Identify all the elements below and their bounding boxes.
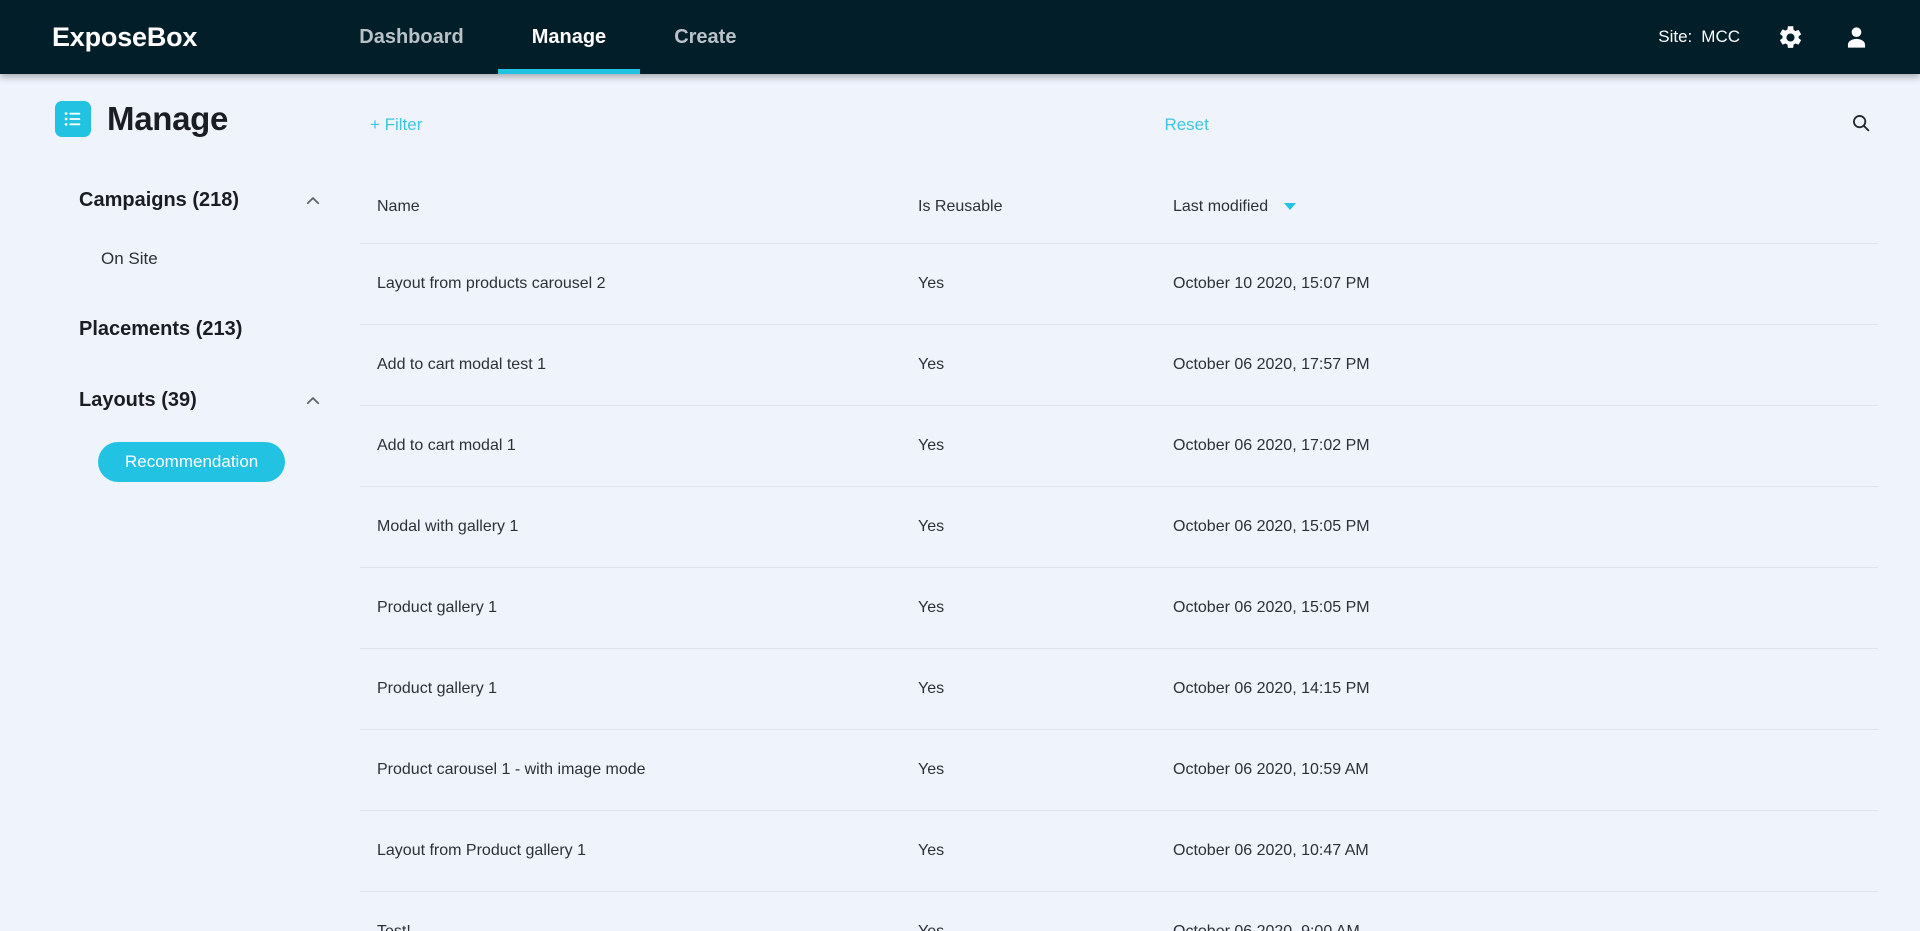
user-avatar-icon [1843, 24, 1870, 51]
site-selector[interactable]: Site: MCC [1658, 27, 1740, 47]
sidebar-item-on-site[interactable]: On Site [79, 241, 328, 277]
cell-is-reusable: Yes [918, 518, 945, 535]
cell-is-reusable: Yes [918, 275, 945, 292]
cell-is-reusable: Yes [918, 680, 945, 697]
nav-tab-manage[interactable]: Manage [497, 0, 641, 74]
cell-name: Product carousel 1 - with image mode [377, 761, 646, 778]
sidebar-nav: Campaigns (218) On Site Placements (213)… [0, 182, 360, 482]
column-header-name-label: Name [377, 198, 420, 215]
cell-name: Add to cart modal test 1 [377, 356, 546, 373]
sidebar-group-placements-label: Placements (213) [79, 318, 243, 340]
cell-last-modified: October 06 2020, 15:05 PM [1173, 518, 1370, 535]
chevron-up-icon [304, 192, 322, 210]
account-button[interactable] [1840, 21, 1872, 53]
site-value-text: MCC [1701, 27, 1740, 46]
sidebar-item-recommendation-label: Recommendation [125, 452, 259, 471]
sidebar-group-campaigns[interactable]: Campaigns (218) [79, 182, 328, 219]
search-button[interactable] [1844, 108, 1878, 142]
page-title-label: Manage [107, 100, 229, 137]
column-header-is-reusable[interactable]: Is Reusable [918, 192, 1173, 216]
cell-name: Product gallery 1 [377, 599, 498, 616]
cell-last-modified: October 06 2020, 14:15 PM [1173, 680, 1370, 697]
table-toolbar: + Filter Reset [360, 74, 1878, 152]
cell-is-reusable: Yes [918, 923, 1173, 931]
reset-filters-button[interactable]: Reset [1164, 115, 1208, 135]
column-header-last-modified[interactable]: Last modified [1173, 192, 1878, 216]
nav-tab-dashboard[interactable]: Dashboard [325, 0, 497, 74]
cell-is-reusable: Yes [918, 842, 945, 859]
sidebar-group-layouts[interactable]: Layouts (39) [79, 382, 328, 419]
site-label-text: Site: [1658, 27, 1693, 46]
nav-tab-create[interactable]: Create [640, 0, 770, 74]
cell-last-modified: October 06 2020, 10:47 AM [1173, 842, 1369, 859]
cell-last-modified: October 10 2020, 15:07 PM [1173, 275, 1370, 292]
cell-last-modified: October 06 2020, 9:00 AM [1173, 923, 1878, 931]
cell-is-reusable: Yes [918, 356, 945, 373]
table-row[interactable]: Product gallery 1 Yes October 06 2020, 1… [360, 649, 1878, 730]
top-navbar: ExposeBox Dashboard Manage Create Site: … [0, 0, 1920, 74]
cell-name: Product gallery 1 [377, 680, 498, 697]
cell-is-reusable: Yes [918, 761, 945, 778]
page-title: Manage [0, 100, 360, 138]
main-nav: Dashboard Manage Create [325, 0, 770, 74]
table-row[interactable]: Add to cart modal test 1 Yes October 06 … [360, 325, 1878, 406]
table-row[interactable]: Add to cart modal 1 Yes October 06 2020,… [360, 406, 1878, 487]
add-filter-button[interactable]: + Filter [370, 115, 422, 135]
chevron-up-icon [304, 392, 322, 410]
cell-last-modified: October 06 2020, 17:02 PM [1173, 437, 1370, 454]
cell-name: Add to cart modal 1 [377, 437, 516, 454]
app-logo[interactable]: ExposeBox [52, 22, 197, 53]
sidebar-item-recommendation[interactable]: Recommendation [98, 442, 286, 482]
sidebar-group-campaigns-label: Campaigns (218) [79, 189, 240, 211]
nav-tab-create-label: Create [674, 25, 737, 48]
cell-is-reusable: Yes [918, 437, 945, 454]
list-icon [55, 101, 91, 137]
sort-descending-icon[interactable] [1283, 203, 1296, 211]
nav-tab-manage-label: Manage [531, 25, 607, 48]
table-row[interactable]: Product carousel 1 - with image mode Yes… [360, 730, 1878, 811]
cell-name: Test! [360, 923, 918, 931]
page-body: Manage Campaigns (218) On Site Placement… [0, 74, 1920, 931]
cell-name: Layout from Product gallery 1 [377, 842, 586, 859]
main-content: + Filter Reset Name Is Reusable Last mod… [360, 74, 1920, 931]
cell-last-modified: October 06 2020, 17:57 PM [1173, 356, 1370, 373]
nav-tab-dashboard-label: Dashboard [359, 25, 464, 48]
cell-last-modified: October 06 2020, 15:05 PM [1173, 599, 1370, 616]
table-row[interactable]: Layout from products carousel 2 Yes Octo… [360, 244, 1878, 325]
table-row[interactable]: Test! Yes October 06 2020, 9:00 AM [360, 892, 1878, 931]
cell-name: Modal with gallery 1 [377, 518, 519, 535]
table-header-row: Name Is Reusable Last modified [360, 192, 1878, 244]
cell-name: Layout from products carousel 2 [377, 275, 606, 292]
column-header-is-reusable-label: Is Reusable [918, 198, 1003, 215]
cell-last-modified: October 06 2020, 10:59 AM [1173, 761, 1369, 778]
sidebar-item-on-site-label: On Site [101, 249, 158, 268]
table-row[interactable]: Product gallery 1 Yes October 06 2020, 1… [360, 568, 1878, 649]
settings-button[interactable] [1774, 21, 1806, 53]
sidebar: Manage Campaigns (218) On Site Placement… [0, 74, 360, 931]
table-row[interactable]: Layout from Product gallery 1 Yes Octobe… [360, 811, 1878, 892]
column-header-last-modified-label: Last modified [1173, 198, 1269, 215]
sidebar-group-placements[interactable]: Placements (213) [79, 311, 328, 348]
search-icon [1850, 112, 1872, 139]
sidebar-group-layouts-label: Layouts (39) [79, 389, 197, 411]
column-header-name[interactable]: Name [360, 192, 918, 216]
table-row[interactable]: Modal with gallery 1 Yes October 06 2020… [360, 487, 1878, 568]
cell-is-reusable: Yes [918, 599, 945, 616]
navbar-right-controls: Site: MCC [1658, 21, 1872, 53]
gear-icon [1777, 24, 1804, 51]
layouts-table: Name Is Reusable Last modified Layout fr… [360, 192, 1878, 931]
